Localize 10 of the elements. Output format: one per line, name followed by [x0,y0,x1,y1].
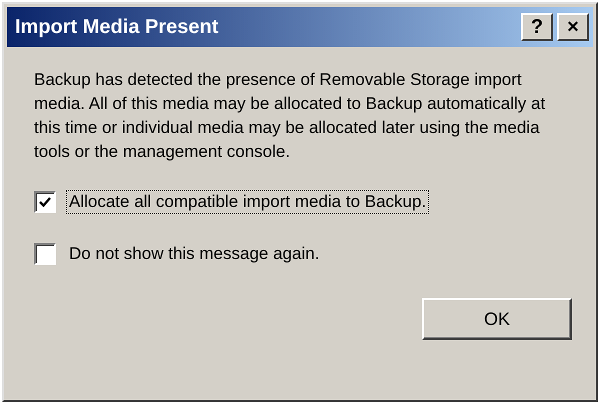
message-text: Backup has detected the presence of Removable Storage import media. All of this media may be allocated to Backup automatically at this time or individual media may be allocated later using the media tools or the management console. [34,69,546,163]
window-title: Import Media Present [15,16,220,38]
checkbox-label[interactable]: Do not show this message again. [66,242,322,266]
checkbox[interactable] [34,243,56,265]
checkbox-label[interactable]: Allocate all compatible import media to Backup. [66,190,430,214]
check-icon [39,196,51,208]
help-button[interactable]: ? [521,13,553,41]
close-button[interactable]: × [557,13,589,41]
ok-button[interactable]: OK [422,298,572,340]
checkbox[interactable] [34,191,56,213]
